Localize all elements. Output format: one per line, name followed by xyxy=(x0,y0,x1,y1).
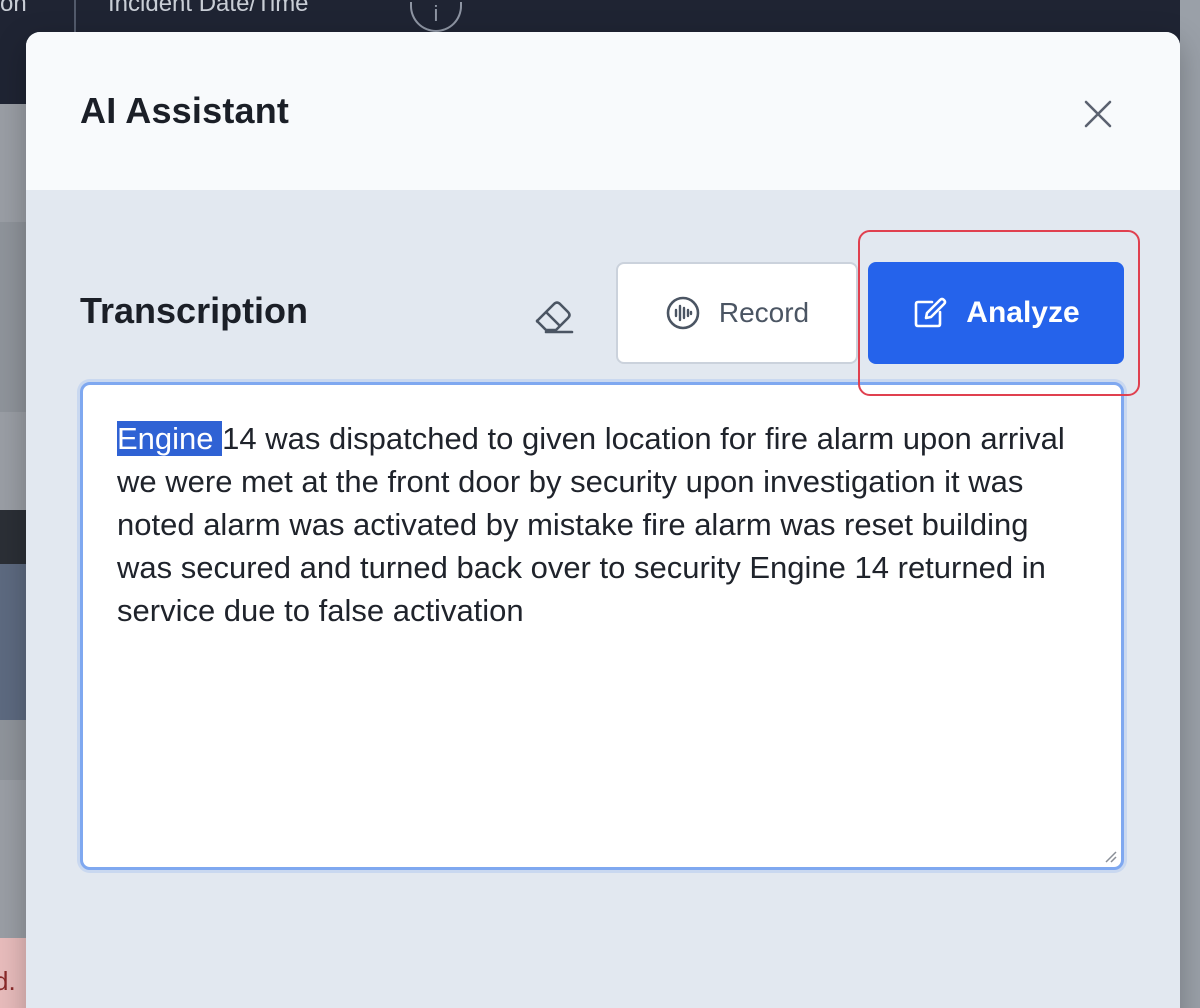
transcription-text: 14 was dispatched to given location for … xyxy=(117,421,1065,628)
eraser-icon xyxy=(535,301,574,334)
record-button-label: Record xyxy=(718,297,810,328)
audio-wave-icon xyxy=(666,296,700,330)
edit-icon xyxy=(914,297,947,328)
resize-handle-icon[interactable] xyxy=(1101,847,1117,863)
modal-title: AI Assistant xyxy=(80,90,290,131)
info-icon: i xyxy=(410,2,462,32)
record-button[interactable]: Record xyxy=(616,262,858,364)
background-row xyxy=(0,720,28,780)
close-button[interactable] xyxy=(1078,94,1118,134)
background-row xyxy=(0,222,28,412)
background-row xyxy=(0,510,28,564)
background-warning-text: d. xyxy=(0,966,16,996)
background-row xyxy=(0,412,28,510)
analyze-button-label: Analyze xyxy=(966,296,1080,329)
close-icon xyxy=(1084,100,1112,128)
transcription-title: Transcription xyxy=(80,290,309,331)
background-row xyxy=(0,564,28,720)
background-column-header: on xyxy=(0,0,27,17)
column-divider xyxy=(74,0,76,36)
background-column-incident-date: Incident Date/Time xyxy=(108,0,309,17)
clear-transcription-button[interactable] xyxy=(530,292,578,340)
background-row xyxy=(0,104,28,222)
selected-text: Engine xyxy=(117,421,223,456)
background-edge xyxy=(1180,0,1200,1008)
analyze-button[interactable]: Analyze xyxy=(868,262,1124,364)
modal-header: AI Assistant xyxy=(26,32,1180,190)
ai-assistant-modal: AI Assistant Transcription Record Analyz… xyxy=(26,32,1180,1008)
transcription-textarea[interactable]: Engine 14 was dispatched to given locati… xyxy=(80,382,1124,870)
background-row xyxy=(0,780,28,938)
